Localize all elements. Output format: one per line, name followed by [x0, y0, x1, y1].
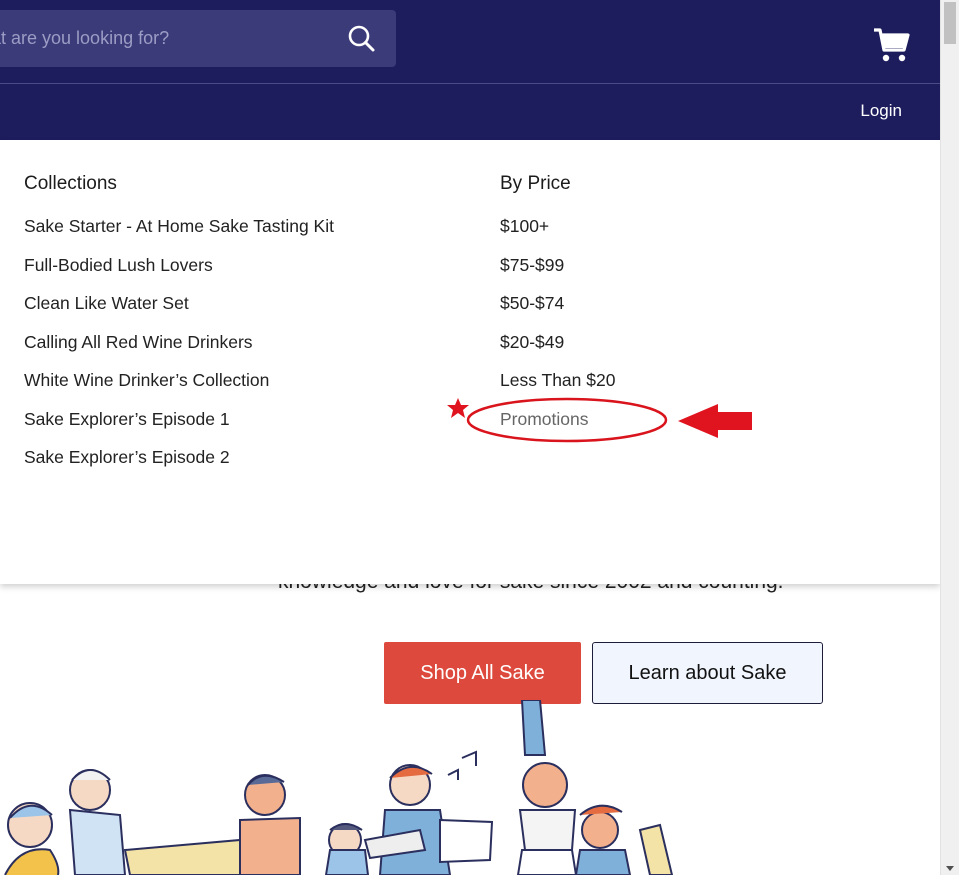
menu-item-price-20-49[interactable]: $20-$49 [500, 332, 564, 353]
menu-item-white-wine-drinkers[interactable]: White Wine Drinker’s Collection [24, 370, 269, 391]
search-input[interactable] [0, 10, 330, 67]
menu-item-explorers-episode-2[interactable]: Sake Explorer’s Episode 2 [24, 447, 230, 468]
menu-item-full-bodied[interactable]: Full-Bodied Lush Lovers [24, 255, 213, 276]
menu-item-price-50-74[interactable]: $50-$74 [500, 293, 564, 314]
search-box [0, 10, 396, 67]
menu-item-clean-like-water[interactable]: Clean Like Water Set [24, 293, 189, 314]
nav-bar: Login [0, 84, 940, 140]
menu-item-red-wine-drinkers[interactable]: Calling All Red Wine Drinkers [24, 332, 253, 353]
top-header [0, 0, 940, 84]
menu-item-price-less-than-20[interactable]: Less Than $20 [500, 370, 615, 391]
menu-item-promotions[interactable]: Promotions [500, 409, 589, 430]
search-icon[interactable] [344, 22, 380, 56]
login-link[interactable]: Login [860, 101, 902, 121]
page-scrollbar[interactable] [940, 0, 959, 875]
cart-icon[interactable] [872, 26, 910, 64]
menu-item-price-75-99[interactable]: $75-$99 [500, 255, 564, 276]
menu-item-sake-starter[interactable]: Sake Starter - At Home Sake Tasting Kit [24, 216, 334, 237]
by-price-heading: By Price [500, 173, 571, 194]
menu-item-price-100-plus[interactable]: $100+ [500, 216, 549, 237]
hero-illustration [4, 700, 674, 875]
collections-heading: Collections [24, 173, 117, 194]
scrollbar-thumb[interactable] [944, 2, 956, 44]
shop-dropdown-menu: Collections Sake Starter - At Home Sake … [0, 140, 940, 584]
menu-item-explorers-episode-1[interactable]: Sake Explorer’s Episode 1 [24, 409, 230, 430]
learn-about-sake-button[interactable]: Learn about Sake [592, 642, 823, 704]
scroll-down-arrow-icon[interactable] [946, 866, 954, 871]
shop-all-sake-button[interactable]: Shop All Sake [384, 642, 581, 704]
